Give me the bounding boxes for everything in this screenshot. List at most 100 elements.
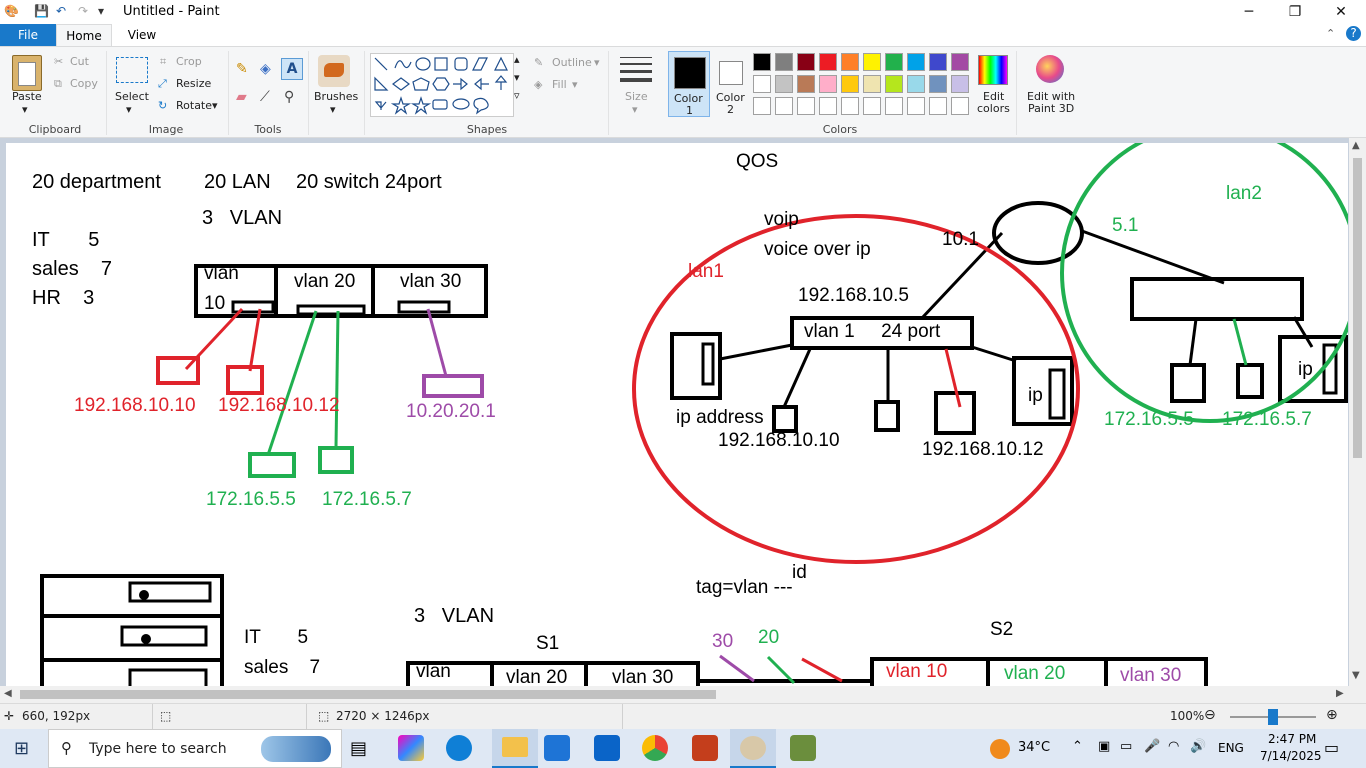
palette-swatch[interactable] [885, 75, 903, 93]
palette-swatch[interactable] [775, 53, 793, 71]
cut-icon[interactable]: ✂ [54, 55, 63, 68]
rotate-dropdown-icon[interactable]: ▾ [212, 99, 218, 112]
palette-swatch[interactable] [797, 97, 815, 115]
paint-taskbar[interactable] [730, 729, 776, 768]
fill-icon[interactable]: ◈ [534, 78, 542, 91]
help-icon[interactable]: ? [1346, 26, 1361, 41]
cut-button[interactable]: Cut [70, 55, 89, 68]
palette-swatch[interactable] [797, 53, 815, 71]
color-palette[interactable] [753, 53, 973, 119]
fill-button[interactable]: Fill [552, 78, 567, 91]
palette-swatch[interactable] [929, 53, 947, 71]
weather-temp[interactable]: 34°C [1018, 740, 1050, 755]
brushes-button[interactable]: Brushes [314, 90, 358, 103]
chrome-icon[interactable] [642, 735, 668, 761]
copy-icon[interactable]: ⧉ [54, 77, 62, 91]
tab-file[interactable]: File [0, 24, 56, 46]
color-picker-icon[interactable]: ⟋ [260, 89, 270, 105]
customize-toolbar-icon[interactable]: ▾ [98, 4, 104, 18]
undo-icon[interactable]: ↶ [56, 4, 66, 18]
magnifier-icon[interactable]: ⚲ [284, 89, 294, 105]
size-button[interactable]: Size [625, 90, 648, 103]
microphone-icon[interactable]: 🎤 [1144, 739, 1160, 754]
rotate-icon[interactable]: ↻ [158, 99, 167, 112]
size-dropdown-icon[interactable]: ▾ [632, 103, 638, 116]
tab-view[interactable]: View [114, 24, 170, 46]
taskbar-search[interactable]: ⚲ Type here to search [48, 729, 342, 768]
outline-button[interactable]: Outline [552, 56, 592, 69]
file-explorer-taskbar[interactable] [492, 729, 538, 768]
palette-swatch[interactable] [841, 97, 859, 115]
palette-swatch[interactable] [929, 97, 947, 115]
text-tool-icon[interactable]: A [281, 58, 303, 80]
palette-swatch[interactable] [863, 97, 881, 115]
app-icon[interactable] [790, 735, 816, 761]
palette-swatch[interactable] [907, 53, 925, 71]
palette-swatch[interactable] [885, 97, 903, 115]
copilot-icon[interactable] [398, 735, 424, 761]
palette-swatch[interactable] [797, 75, 815, 93]
start-icon[interactable]: ⊞ [14, 738, 29, 759]
palette-swatch[interactable] [775, 75, 793, 93]
edit-colors-button-line2[interactable]: colors [977, 102, 1010, 115]
select-icon[interactable] [116, 57, 148, 83]
shapes-gallery[interactable] [370, 53, 514, 117]
clock-time[interactable]: 2:47 PM [1268, 732, 1316, 746]
redo-icon[interactable]: ↷ [78, 4, 88, 18]
scroll-right-icon[interactable]: ▶ [1336, 688, 1344, 699]
select-button[interactable]: Select [115, 90, 149, 103]
palette-swatch[interactable] [775, 97, 793, 115]
save-icon[interactable]: 💾 [34, 4, 49, 18]
crop-icon[interactable]: ⌗ [160, 55, 166, 69]
fill-dropdown-icon[interactable]: ▾ [572, 78, 578, 91]
zoom-slider-thumb[interactable] [1268, 709, 1278, 725]
weather-icon[interactable] [990, 739, 1010, 759]
shapes-scroll-down-icon[interactable]: ▾ [514, 71, 520, 84]
palette-swatch[interactable] [951, 75, 969, 93]
color2-button[interactable]: Color 2 [712, 51, 750, 117]
scroll-up-icon[interactable]: ▲ [1352, 140, 1360, 151]
zoom-in-icon[interactable]: ⊕ [1326, 707, 1338, 723]
horizontal-scrollbar[interactable]: ◀ ▶ [0, 686, 1366, 703]
select-dropdown-icon[interactable]: ▾ [126, 103, 132, 116]
palette-swatch[interactable] [951, 97, 969, 115]
color1-button[interactable]: Color 1 [668, 51, 710, 117]
palette-swatch[interactable] [885, 53, 903, 71]
scroll-down-icon[interactable]: ▼ [1352, 670, 1360, 681]
palette-swatch[interactable] [863, 75, 881, 93]
palette-swatch[interactable] [841, 53, 859, 71]
paste-icon[interactable] [12, 55, 42, 91]
fill-bucket-icon[interactable]: ◈ [260, 61, 271, 77]
network-device-icon[interactable]: ▣ [1098, 739, 1110, 754]
powerpoint-icon[interactable] [692, 735, 718, 761]
outline-icon[interactable]: ✎ [534, 56, 543, 69]
size-icon[interactable] [620, 57, 652, 82]
tab-home[interactable]: Home [56, 24, 112, 46]
wifi-icon[interactable]: ◠ [1168, 739, 1179, 754]
edit-colors-icon[interactable] [978, 55, 1008, 85]
palette-swatch[interactable] [841, 75, 859, 93]
edit-paint3d-button-line2[interactable]: Paint 3D [1028, 102, 1074, 115]
notifications-icon[interactable]: ▭ [1324, 738, 1339, 757]
outline-dropdown-icon[interactable]: ▾ [594, 56, 600, 69]
palette-swatch[interactable] [929, 75, 947, 93]
collapse-ribbon-icon[interactable]: ⌃ [1326, 27, 1335, 40]
eraser-icon[interactable]: ▰ [236, 89, 247, 105]
drawing-canvas[interactable]: 20 department 20 LAN 20 switch 24port 3 … [6, 143, 1348, 686]
brushes-dropdown-icon[interactable]: ▾ [330, 103, 336, 116]
palette-swatch[interactable] [951, 53, 969, 71]
minimize-button[interactable]: ─ [1226, 0, 1272, 24]
shapes-more-icon[interactable]: ▿ [514, 89, 520, 102]
resize-button[interactable]: Resize [176, 77, 211, 90]
scroll-left-icon[interactable]: ◀ [4, 688, 12, 699]
battery-icon[interactable]: ▭ [1120, 739, 1132, 754]
palette-swatch[interactable] [907, 75, 925, 93]
palette-swatch[interactable] [819, 53, 837, 71]
language-indicator[interactable]: ENG [1218, 741, 1244, 755]
paste-button[interactable]: Paste [12, 90, 42, 103]
palette-swatch[interactable] [863, 53, 881, 71]
brushes-icon[interactable] [318, 55, 350, 87]
vertical-scroll-thumb[interactable] [1353, 158, 1362, 458]
paste-dropdown-icon[interactable]: ▾ [22, 103, 28, 116]
maximize-button[interactable]: ❐ [1272, 0, 1318, 24]
